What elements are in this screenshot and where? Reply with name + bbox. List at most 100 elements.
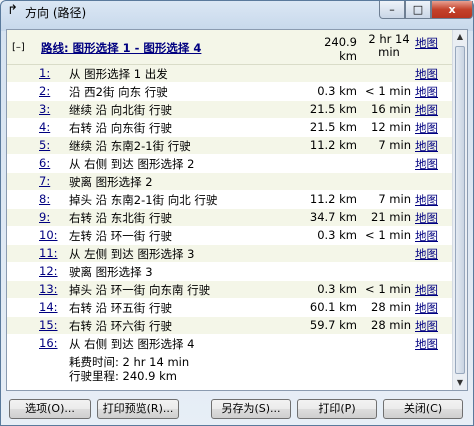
- step-map-link[interactable]: 地图: [415, 192, 438, 208]
- list-item: 4: 右转 沿 向东街 行驶 21.5 km 12 min 地图: [7, 119, 453, 136]
- step-instruction: 从 图形选择 1 出发: [69, 67, 168, 81]
- step-number-link[interactable]: 11:: [39, 246, 58, 260]
- step-number-link[interactable]: 8:: [39, 192, 50, 206]
- collapse-toggle[interactable]: [–]: [12, 42, 25, 53]
- step-distance: 0.3 km: [317, 282, 357, 296]
- list-item: 10: 左转 沿 环一街 行驶 0.3 km < 1 min 地图: [7, 227, 453, 244]
- list-item: 1: 从 图形选择 1 出发 地图: [7, 65, 453, 82]
- window-title: 方向 (路径): [25, 6, 87, 20]
- step-distance: 11.2 km: [309, 138, 357, 152]
- scrollbar-thumb[interactable]: [455, 46, 465, 374]
- button-bar: 选项(O)... 打印预览(R)... 另存为(S)... 打印(P) 关闭(C…: [1, 393, 473, 423]
- step-distance: 60.1 km: [309, 300, 357, 314]
- step-map-link[interactable]: 地图: [415, 120, 438, 136]
- list-item: 13: 掉头 沿 环一街 向东南 行驶 0.3 km < 1 min 地图: [7, 281, 453, 298]
- step-distance: 11.2 km: [309, 192, 357, 206]
- list-item: 7: 驶离 图形选择 2: [7, 173, 453, 190]
- step-instruction: 从 左侧 到达 图形选择 3: [69, 247, 195, 261]
- list-item: 3: 继续 沿 向北街 行驶 21.5 km 16 min 地图: [7, 101, 453, 118]
- step-map-link[interactable]: 地图: [415, 336, 438, 352]
- maximize-button[interactable]: □: [405, 1, 431, 19]
- step-time: 21 min: [371, 210, 411, 224]
- list-item: 15: 右转 沿 环六街 行驶 59.7 km 28 min 地图: [7, 317, 453, 334]
- step-number-link[interactable]: 2:: [39, 84, 50, 98]
- step-number-link[interactable]: 7:: [39, 174, 50, 188]
- print-button[interactable]: 打印(P): [297, 399, 377, 419]
- step-number-link[interactable]: 4:: [39, 120, 50, 134]
- list-item: 8: 掉头 沿 东南2-1街 向北 行驶 11.2 km 7 min 地图: [7, 191, 453, 208]
- step-time: < 1 min: [365, 282, 411, 296]
- list-item: 6: 从 右侧 到达 图形选择 2 地图: [7, 155, 453, 172]
- step-instruction: 左转 沿 环一街 行驶: [69, 229, 172, 243]
- step-number-link[interactable]: 14:: [39, 300, 58, 314]
- step-map-link[interactable]: 地图: [415, 300, 438, 316]
- step-number-link[interactable]: 1:: [39, 66, 50, 80]
- step-time: 7 min: [378, 138, 411, 152]
- scroll-up-arrow-icon[interactable]: ▲: [454, 30, 466, 44]
- step-map-link[interactable]: 地图: [415, 156, 438, 172]
- step-number-link[interactable]: 6:: [39, 156, 50, 170]
- step-number-link[interactable]: 3:: [39, 102, 50, 116]
- list-item: 11: 从 左侧 到达 图形选择 3 地图: [7, 245, 453, 262]
- scroll-down-arrow-icon[interactable]: ▼: [454, 376, 466, 390]
- step-map-link[interactable]: 地图: [415, 228, 438, 244]
- vertical-scrollbar[interactable]: ▲ ▼: [452, 30, 467, 390]
- step-map-link[interactable]: 地图: [415, 246, 438, 262]
- route-summary: 耗费时间: 2 hr 14 min 行驶里程: 240.9 km: [69, 355, 189, 383]
- step-distance: 0.3 km: [317, 84, 357, 98]
- step-time: < 1 min: [365, 228, 411, 242]
- step-map-link[interactable]: 地图: [415, 138, 438, 154]
- step-time: 28 min: [371, 300, 411, 314]
- step-time: 7 min: [378, 192, 411, 206]
- step-map-link[interactable]: 地图: [415, 210, 438, 226]
- close-button[interactable]: 关闭(C): [383, 399, 463, 419]
- step-instruction: 右转 沿 东北街 行驶: [69, 211, 172, 225]
- step-number-link[interactable]: 13:: [39, 282, 58, 296]
- route-title-link[interactable]: 路线: 图形选择 1 - 图形选择 4: [41, 40, 201, 56]
- step-map-link[interactable]: 地图: [415, 84, 438, 100]
- close-window-button[interactable]: x: [431, 1, 473, 19]
- list-item: 16: 从 右侧 到达 图形选择 4 地图: [7, 335, 453, 352]
- step-map-link[interactable]: 地图: [415, 318, 438, 334]
- step-map-link[interactable]: 地图: [415, 66, 438, 82]
- directions-window: ↱ 方向 (路径) – □ x [–] 路线: 图形选择 1 - 图形选择 4 …: [0, 0, 474, 426]
- print-preview-button[interactable]: 打印预览(R)...: [97, 399, 179, 419]
- route-map-link[interactable]: 地图: [415, 35, 438, 51]
- step-instruction: 从 右侧 到达 图形选择 4: [69, 337, 195, 351]
- step-number-link[interactable]: 12:: [39, 264, 58, 278]
- route-total-time: 2 hr 14 min: [367, 33, 411, 59]
- step-instruction: 驶离 图形选择 3: [69, 265, 153, 279]
- step-time: 12 min: [371, 120, 411, 134]
- step-instruction: 掉头 沿 东南2-1街 向北 行驶: [69, 193, 218, 207]
- step-distance: 21.5 km: [309, 120, 357, 134]
- step-instruction: 继续 沿 东南2-1街 行驶: [69, 139, 191, 153]
- minimize-button[interactable]: –: [379, 1, 405, 19]
- step-number-link[interactable]: 9:: [39, 210, 50, 224]
- step-time: < 1 min: [365, 84, 411, 98]
- list-item: 12: 驶离 图形选择 3: [7, 263, 453, 280]
- options-button[interactable]: 选项(O)...: [9, 399, 91, 419]
- step-distance: 59.7 km: [309, 318, 357, 332]
- route-time-line2: min: [378, 45, 400, 59]
- step-instruction: 继续 沿 向北街 行驶: [69, 103, 172, 117]
- step-map-link[interactable]: 地图: [415, 282, 438, 298]
- step-distance: 34.7 km: [309, 210, 357, 224]
- save-as-button[interactable]: 另存为(S)...: [211, 399, 291, 419]
- step-instruction: 右转 沿 环六街 行驶: [69, 319, 172, 333]
- step-number-link[interactable]: 16:: [39, 336, 58, 350]
- summary-total-distance: 行驶里程: 240.9 km: [69, 369, 177, 383]
- step-number-link[interactable]: 5:: [39, 138, 50, 152]
- route-total-distance: 240.9 km: [324, 35, 357, 63]
- route-header: [–] 路线: 图形选择 1 - 图形选择 4 240.9 km 2 hr 14…: [7, 30, 453, 65]
- summary-total-time: 耗费时间: 2 hr 14 min: [69, 355, 190, 369]
- step-number-link[interactable]: 10:: [39, 228, 58, 242]
- list-item: 2: 沿 西2街 向东 行驶 0.3 km < 1 min 地图: [7, 83, 453, 100]
- list-item: 14: 右转 沿 环五街 行驶 60.1 km 28 min 地图: [7, 299, 453, 316]
- title-bar[interactable]: ↱ 方向 (路径) – □ x: [1, 1, 473, 23]
- step-map-link[interactable]: 地图: [415, 102, 438, 118]
- directions-panel: [–] 路线: 图形选择 1 - 图形选择 4 240.9 km 2 hr 14…: [6, 29, 468, 391]
- step-number-link[interactable]: 15:: [39, 318, 58, 332]
- step-time: 16 min: [371, 102, 411, 116]
- list-item: 5: 继续 沿 东南2-1街 行驶 11.2 km 7 min 地图: [7, 137, 453, 154]
- step-instruction: 沿 西2街 向东 行驶: [69, 85, 168, 99]
